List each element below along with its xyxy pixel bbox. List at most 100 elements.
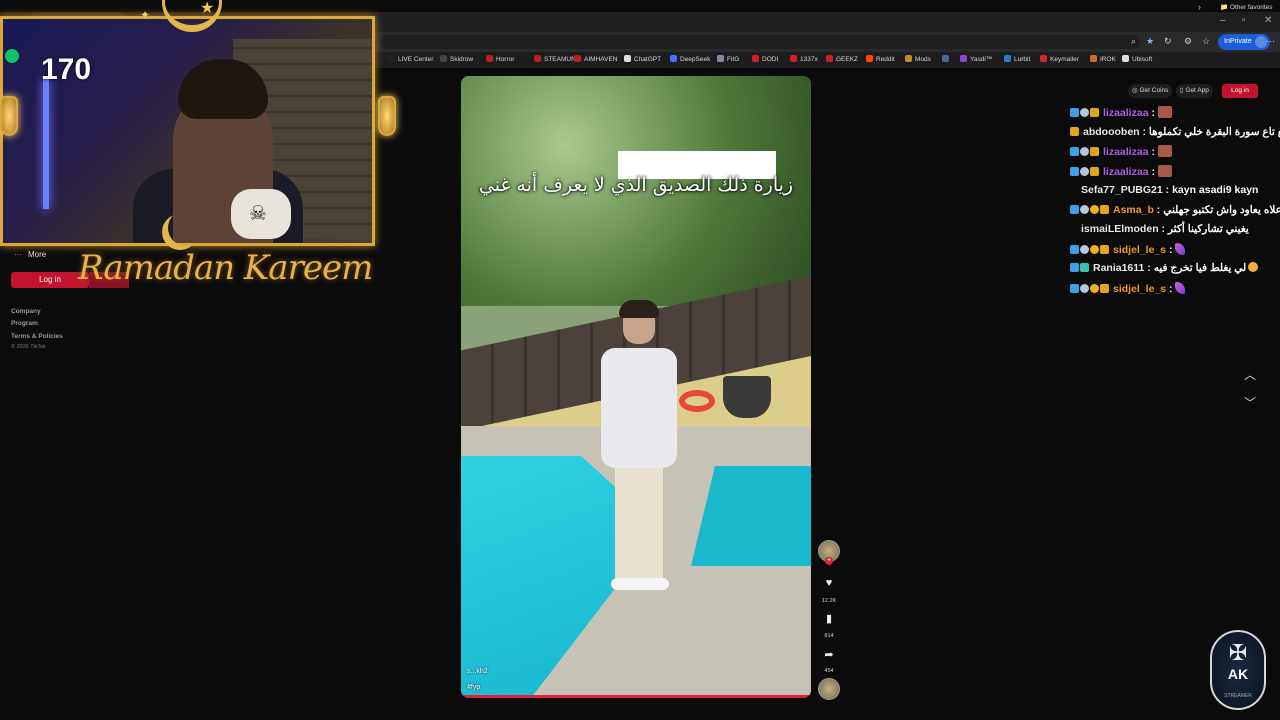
chat-overlay: lizaalizaa : abdoooben : رجع تاع سورة ال… — [1070, 106, 1280, 301]
video-progress-bar[interactable] — [461, 695, 811, 698]
zoom-icon[interactable]: ⌕ — [1131, 36, 1136, 47]
chat-badge-icon — [1100, 244, 1109, 254]
chat-badge-icon — [1100, 283, 1109, 293]
favorite-link[interactable]: DeepSeek — [670, 55, 710, 63]
login-button-header[interactable]: Log in — [1222, 84, 1258, 98]
favorite-link[interactable]: Lurbit — [1004, 55, 1030, 63]
chat-separator: : — [1158, 223, 1168, 235]
favorite-link[interactable]: DODI — [752, 55, 778, 63]
favorite-site-icon — [1122, 55, 1129, 62]
favorite-link[interactable]: Mods — [905, 55, 931, 63]
favorite-link[interactable]: ChatGPT — [624, 55, 661, 63]
footer-link-program[interactable]: Program — [11, 320, 38, 327]
other-favorites[interactable]: 📁 Other favorites — [1220, 3, 1273, 11]
refresh-icon[interactable]: ↻ — [1164, 36, 1172, 47]
chat-username[interactable]: sidjel_le_s — [1113, 283, 1166, 295]
chat-username[interactable]: sidjel_le_s — [1113, 244, 1166, 256]
favorites-overflow-icon[interactable]: › — [1198, 2, 1201, 12]
footer-link-terms[interactable]: Terms & Policies — [11, 333, 63, 340]
favorite-link[interactable]: Reddit — [866, 55, 895, 63]
bookmark-icon[interactable]: ▮ — [822, 612, 836, 625]
previous-video-icon[interactable]: ︿ — [1244, 366, 1256, 383]
follow-plus-icon[interactable]: + — [825, 557, 833, 565]
url-field[interactable] — [380, 35, 1140, 49]
chat-message: Asma_b : هو علاه يعاود واش تكتبو جهلني — [1070, 204, 1280, 224]
favorite-link[interactable]: Yasdi™ — [960, 55, 992, 63]
chat-username[interactable]: Sefa77_PUBG21 — [1081, 184, 1163, 196]
favorite-link[interactable]: Keymailer — [1040, 55, 1079, 63]
favorite-link[interactable]: LIVE Center — [388, 55, 433, 63]
channel-logo: ✠ AK STREAMER — [1210, 630, 1266, 710]
favorite-site-icon — [670, 55, 677, 62]
favorite-link[interactable]: STEAMUN — [534, 55, 576, 63]
favorite-label: STEAMUN — [544, 56, 576, 63]
chat-badge-icon — [1070, 147, 1079, 156]
favorite-link[interactable]: Skidrow — [440, 55, 473, 63]
menu-dots-icon[interactable]: ⋯ — [1266, 36, 1275, 47]
portrait-emote-icon — [1157, 106, 1172, 118]
favorite-link[interactable]: Ubisoft — [1122, 55, 1152, 63]
chat-username[interactable]: lizaalizaa — [1103, 146, 1149, 158]
video-hashtag[interactable]: #fyp — [467, 684, 480, 691]
extensions-icon[interactable]: ⚙ — [1184, 36, 1192, 47]
copyright: © 2026 TikTok — [11, 344, 46, 350]
next-video-icon[interactable]: ﹀ — [1244, 394, 1256, 411]
video-person — [601, 300, 681, 594]
favorite-site-icon — [866, 55, 873, 62]
chat-badge-icon — [1080, 244, 1089, 254]
favorite-label: Mods — [915, 56, 931, 63]
viewer-icon — [5, 49, 19, 63]
favorite-site-icon — [388, 55, 395, 62]
chat-username[interactable]: abdoooben — [1083, 126, 1140, 138]
favorite-site-icon — [905, 55, 912, 62]
favorite-site-icon — [960, 55, 967, 62]
music-disc-icon[interactable] — [818, 678, 840, 700]
feather-emote-icon — [1175, 242, 1186, 255]
laugh-emote-icon — [1248, 262, 1259, 272]
chat-username[interactable]: Rania1611 — [1093, 262, 1144, 274]
close-window-icon[interactable]: ✕ — [1264, 15, 1272, 26]
favorite-star-icon[interactable]: ★ — [1146, 36, 1154, 47]
video-username[interactable]: s...kh2 — [467, 668, 488, 675]
video-pool-float — [679, 390, 715, 412]
chat-username[interactable]: lizaalizaa — [1103, 107, 1149, 119]
favorites-icon[interactable]: ☆ — [1202, 36, 1210, 47]
chat-username[interactable]: lizaalizaa — [1103, 166, 1149, 178]
chat-message: sidjel_le_s : — [1070, 281, 1280, 302]
heart-icon[interactable]: ♥ — [822, 577, 836, 589]
chat-text: يغيني تشاركينا أكثر — [1167, 223, 1249, 235]
favorite-label: 1337x — [800, 56, 818, 63]
chat-message: ismaiLElmoden : يغيني تشاركينا أكثر — [1070, 223, 1280, 243]
chat-badge-icon — [1080, 263, 1089, 272]
chat-username[interactable]: ismaiLElmoden — [1081, 223, 1159, 235]
chat-separator: : — [1148, 165, 1158, 178]
chat-badge-icon — [1090, 283, 1099, 293]
more-menu[interactable]: ··· More — [14, 250, 46, 259]
favorite-link[interactable]: IROK — [1090, 55, 1116, 63]
portrait-emote-icon — [1157, 164, 1172, 177]
inprivate-badge[interactable]: InPrivate — [1218, 34, 1270, 50]
chat-badge-icon — [1090, 244, 1099, 254]
maximize-icon[interactable]: ▫ — [1242, 15, 1246, 26]
chat-badge-icon — [1070, 244, 1079, 254]
get-app-button[interactable]: ▯ Get App — [1176, 84, 1213, 98]
get-coins-button[interactable]: ◎ Get Coins — [1128, 84, 1173, 98]
favorite-link[interactable]: Horror — [486, 55, 514, 63]
favorite-link[interactable]: AIMHAVEN — [574, 55, 617, 63]
minimize-icon[interactable]: – — [1220, 15, 1226, 26]
video-player[interactable]: زيارة ذلك الصديق الذي لا يعرف أنه غني s.… — [461, 76, 811, 698]
favorite-link[interactable] — [942, 55, 952, 63]
favorite-link[interactable]: FitG — [717, 55, 739, 63]
favorite-label: AIMHAVEN — [584, 56, 618, 63]
share-icon[interactable]: ➦ — [822, 648, 836, 661]
favorite-link[interactable]: 1337x — [790, 55, 818, 63]
chat-username[interactable]: Asma_b — [1113, 204, 1154, 216]
footer-link-company[interactable]: Company — [11, 308, 41, 315]
favorite-link[interactable]: GEEKZ — [826, 55, 858, 63]
neon-light — [43, 79, 49, 209]
chat-separator: : — [1153, 203, 1164, 216]
viewer-count: 170 — [41, 53, 92, 86]
favorite-site-icon — [1040, 55, 1047, 62]
share-count: 454 — [824, 668, 834, 674]
chat-message: Sefa77_PUBG21 : kayn asadi9 kayn — [1070, 184, 1280, 204]
